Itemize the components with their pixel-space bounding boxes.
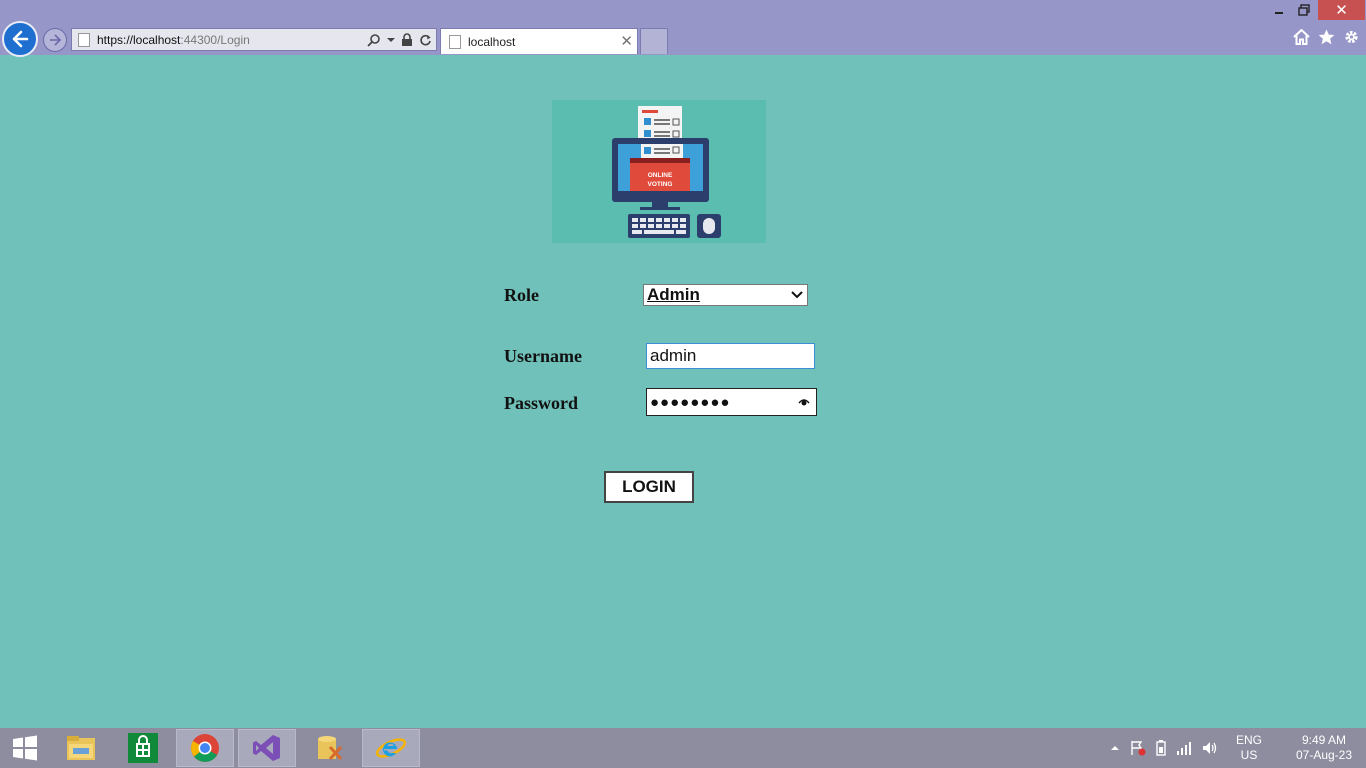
dropdown-arrow-icon[interactable] xyxy=(387,36,395,44)
role-select[interactable]: Admin xyxy=(643,284,808,306)
page-icon xyxy=(78,32,90,47)
input-language-indicator[interactable]: ENG US xyxy=(1236,733,1262,763)
online-voting-illustration: ONLINE VOTING xyxy=(612,106,721,238)
taskbar-internet-explorer[interactable] xyxy=(362,729,420,767)
role-selected-value: Admin xyxy=(647,285,700,304)
tab-localhost[interactable]: localhost ✕ xyxy=(440,28,638,54)
forward-button[interactable] xyxy=(43,28,67,52)
url-path: :44300/Login xyxy=(180,32,250,47)
password-label: Password xyxy=(504,393,579,413)
browser-chrome: https://localhost:44300/Login localhost … xyxy=(0,0,1366,57)
arrow-left-icon xyxy=(12,30,29,48)
password-input[interactable]: ●●●●●●●● xyxy=(646,388,817,416)
favorites-star-icon[interactable] xyxy=(1318,29,1335,45)
username-input[interactable] xyxy=(646,343,815,369)
volume-icon[interactable] xyxy=(1202,741,1218,755)
store-icon xyxy=(128,733,158,763)
minimize-icon xyxy=(1275,12,1283,14)
close-icon: ✕ xyxy=(1335,2,1348,19)
role-label: Role xyxy=(504,285,539,305)
restore-icon xyxy=(1298,4,1310,16)
taskbar-store[interactable] xyxy=(114,729,172,767)
clock-time: 9:49 AM xyxy=(1301,733,1347,747)
close-window-button[interactable]: ✕ xyxy=(1318,0,1365,20)
lock-icon[interactable] xyxy=(401,33,413,47)
minimize-button[interactable] xyxy=(1268,0,1290,20)
page-icon xyxy=(449,34,461,49)
lang-code: ENG xyxy=(1235,733,1262,747)
home-icon[interactable] xyxy=(1293,29,1310,45)
close-tab-icon[interactable]: ✕ xyxy=(620,32,633,50)
tab-title: localhost xyxy=(468,34,516,49)
show-password-eye-icon[interactable] xyxy=(798,398,810,407)
visual-studio-icon xyxy=(253,735,280,761)
search-icon[interactable] xyxy=(367,33,381,47)
taskbar-chrome[interactable] xyxy=(176,729,234,767)
logo-text-voting: VOTING xyxy=(648,181,673,188)
chrome-icon xyxy=(191,734,219,762)
start-button[interactable] xyxy=(0,729,54,767)
folder-icon xyxy=(67,736,95,760)
username-label: Username xyxy=(504,346,582,366)
windows-logo-icon xyxy=(13,735,37,761)
online-voting-logo: ONLINE VOTING xyxy=(552,100,766,243)
url-host: https://localhost xyxy=(97,32,181,47)
new-tab-button[interactable] xyxy=(640,28,668,54)
logo-text-online: ONLINE xyxy=(648,172,673,179)
clock[interactable]: 9:49 AM 07-Aug-23 xyxy=(1288,733,1360,763)
internet-explorer-icon xyxy=(375,738,407,758)
login-button[interactable]: LOGIN xyxy=(604,471,694,503)
password-masked-value: ●●●●●●●● xyxy=(650,393,731,411)
settings-gear-icon[interactable] xyxy=(1343,29,1360,45)
system-tray: ENG US 9:49 AM 07-Aug-23 xyxy=(1110,728,1366,768)
browser-toolbar-icons xyxy=(1293,29,1360,45)
battery-icon[interactable] xyxy=(1156,740,1166,756)
chevron-down-icon xyxy=(791,291,803,299)
taskbar-file-explorer[interactable] xyxy=(52,729,110,767)
address-bar[interactable]: https://localhost:44300/Login xyxy=(71,28,437,51)
arrow-right-icon xyxy=(50,34,62,46)
taskbar-visual-studio[interactable] xyxy=(238,729,296,767)
back-button[interactable] xyxy=(2,21,38,57)
refresh-icon[interactable] xyxy=(419,34,432,47)
network-signal-icon[interactable] xyxy=(1176,741,1192,755)
database-tool-icon xyxy=(318,736,343,761)
lang-region: US xyxy=(1240,748,1258,762)
show-hidden-icons-chevron-icon[interactable] xyxy=(1110,744,1120,752)
restore-button[interactable] xyxy=(1292,0,1316,20)
action-center-flag-icon[interactable] xyxy=(1130,740,1146,756)
clock-date: 07-Aug-23 xyxy=(1295,748,1353,762)
taskbar: ENG US 9:49 AM 07-Aug-23 xyxy=(0,728,1366,768)
taskbar-sql-tool[interactable] xyxy=(300,729,358,767)
